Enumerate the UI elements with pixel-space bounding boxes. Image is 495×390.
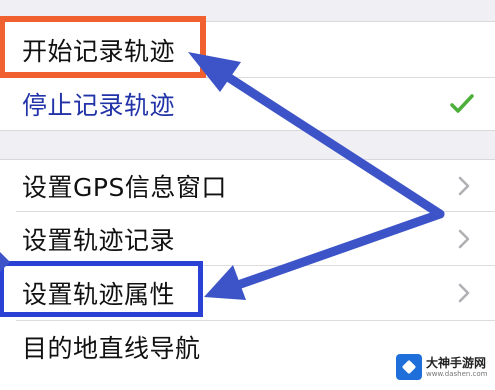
- chevron-right-icon: [458, 229, 470, 248]
- menu-item-track-record-settings[interactable]: 设置轨迹记录: [0, 212, 495, 265]
- menu-item-label: 目的地直线导航: [22, 334, 201, 363]
- menu-item-label: 停止记录轨迹: [22, 91, 176, 120]
- watermark-logo-icon: [396, 354, 422, 380]
- chevron-right-icon: [458, 283, 470, 303]
- chevron-right-icon: [458, 176, 470, 195]
- menu-item-label: 设置轨迹记录: [22, 225, 176, 255]
- watermark-name: 大神手游网: [426, 355, 487, 370]
- menu-item-gps-window[interactable]: 设置GPS信息窗口: [0, 160, 495, 211]
- menu-item-stop-track[interactable]: 停止记录轨迹: [0, 78, 495, 130]
- checkmark-icon: [450, 94, 474, 113]
- watermark: 大神手游网 www.dashen.com: [393, 351, 489, 383]
- highlight-box-blue: [0, 261, 203, 317]
- highlight-box-orange: [0, 16, 206, 78]
- menu-item-label: 设置GPS信息窗口: [22, 172, 227, 202]
- watermark-url: www.dashen.com: [426, 369, 488, 378]
